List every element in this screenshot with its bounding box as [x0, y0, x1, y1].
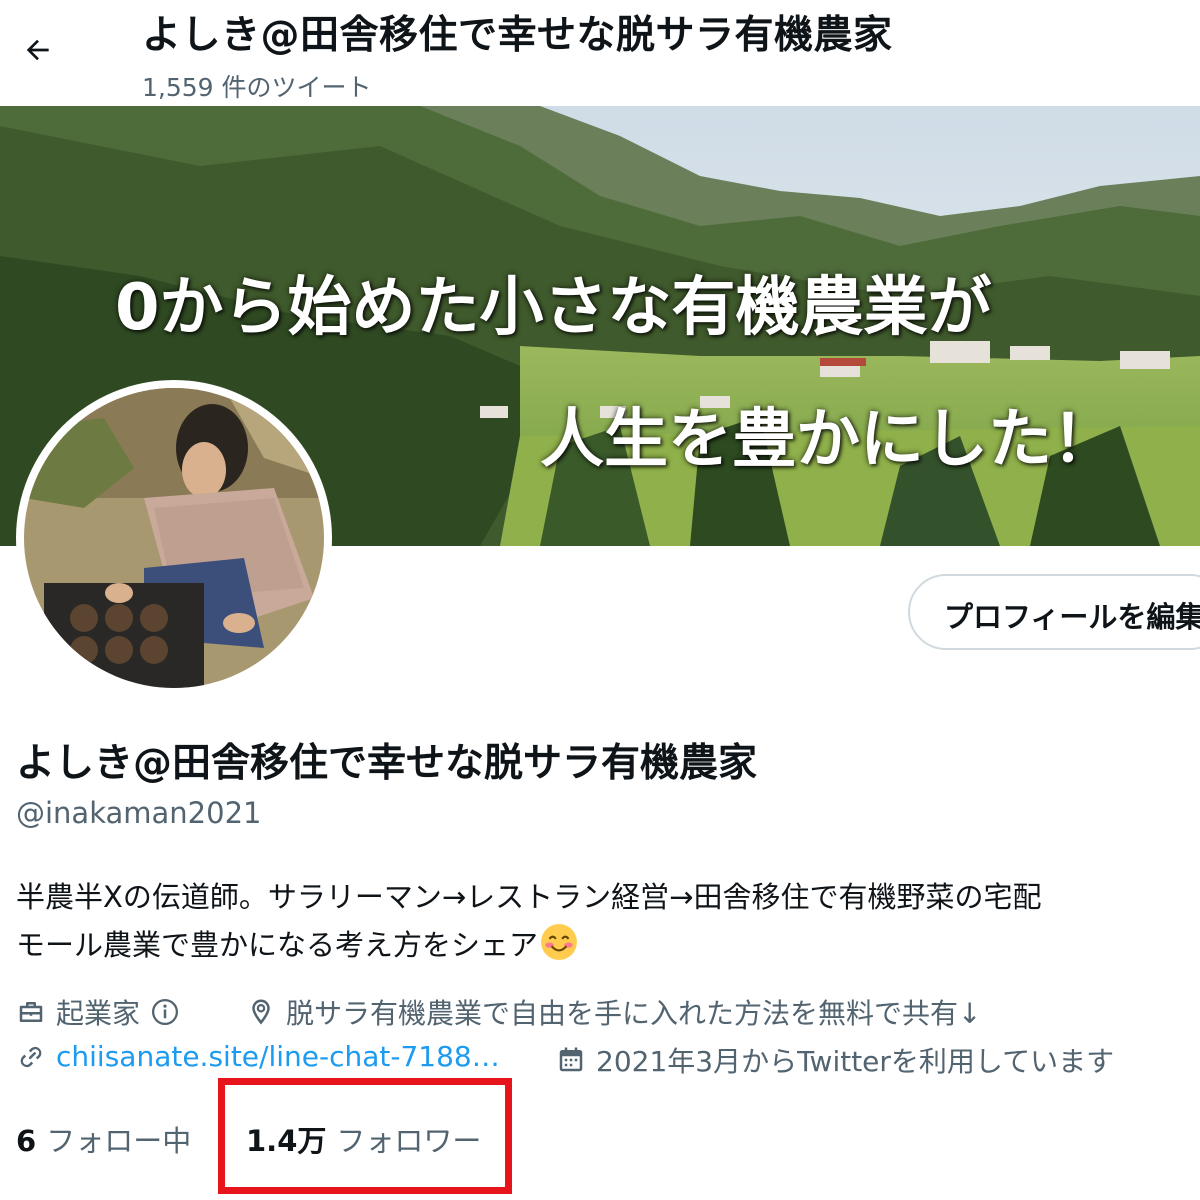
avatar-photo [24, 388, 324, 688]
header-title: よしき@田舎移住で幸せな脱サラ有機農家 [142, 13, 893, 58]
category-label: 起業家 [56, 997, 141, 1030]
display-name: よしき@田舎移住で幸せな脱サラ有機農家 [16, 741, 758, 786]
location-label: 脱サラ有機農業で自由を手に入れた方法を無料で共有↓ [286, 997, 982, 1030]
followers-highlight-box [218, 1078, 512, 1194]
back-arrow-icon [26, 39, 49, 61]
tweet-count: 1,559 件のツイート [142, 73, 372, 102]
banner-headline-1: 0から始めた小さな有機農業が [115, 271, 992, 345]
edit-profile-button[interactable]: プロフィールを編集 [908, 574, 1200, 650]
profile-category: 起業家 [16, 992, 180, 1032]
smiling-face-icon [541, 924, 577, 960]
back-button[interactable] [14, 26, 62, 74]
bio-line-1: 半農半Xの伝道師。サラリーマン→レストラン経営→田舎移住で有機野菜の宅配 [16, 880, 1042, 914]
profile-avatar[interactable] [16, 380, 332, 696]
following-stat[interactable]: 6 フォロー中 [16, 1118, 191, 1160]
banner-headline-2: 人生を豊かにした！ [540, 403, 1116, 477]
profile-location: 脱サラ有機農業で自由を手に入れた方法を無料で共有↓ [246, 992, 981, 1032]
profile-join-date: 2021年3月からTwitterを利用しています [556, 1040, 1114, 1080]
bio-line-2: モール農業で豊かになる考え方をシェア [16, 922, 578, 964]
following-label: フォロー中 [46, 1124, 192, 1158]
join-date-label: 2021年3月からTwitterを利用しています [596, 1045, 1115, 1078]
bio-line-2-text: モール農業で豊かになる考え方をシェア [16, 928, 539, 962]
user-handle: @inakaman2021 [16, 796, 262, 830]
edit-profile-label: プロフィールを編集 [944, 600, 1200, 634]
profile-website: chiisanate.site/line-chat-7188… [16, 1040, 500, 1073]
briefcase-icon [19, 1002, 43, 1022]
following-count: 6 [16, 1124, 37, 1158]
info-icon[interactable] [150, 997, 180, 1027]
location-pin-icon [252, 999, 270, 1025]
calendar-icon [559, 1047, 583, 1072]
link-icon [20, 1046, 42, 1067]
profile-header: よしき@田舎移住で幸せな脱サラ有機農家 1,559 件のツイート [0, 0, 1200, 106]
website-link[interactable]: chiisanate.site/line-chat-7188… [56, 1040, 500, 1073]
